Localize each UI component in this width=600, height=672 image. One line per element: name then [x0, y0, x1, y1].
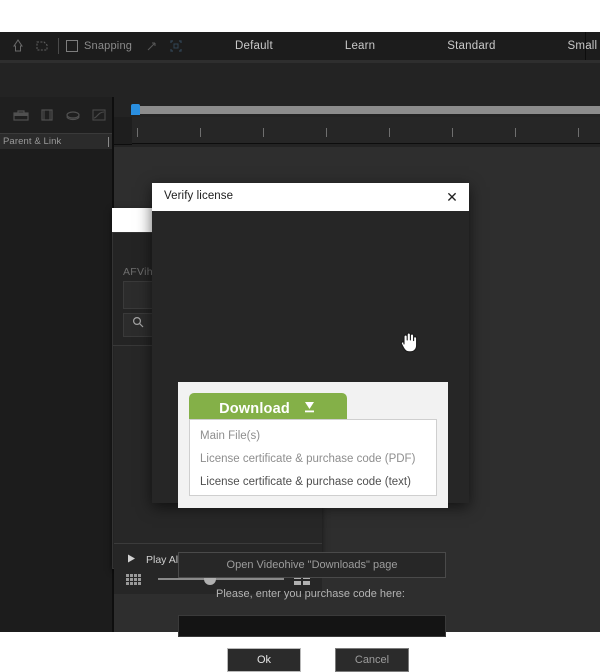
ok-button[interactable]: Ok — [227, 648, 301, 672]
play-all-row[interactable]: Play All — [126, 551, 180, 569]
timeline-header — [114, 97, 600, 147]
download-arrow-icon — [302, 400, 317, 419]
timeline-playhead[interactable] — [131, 104, 140, 115]
left-panel-body — [0, 149, 112, 632]
search-icon — [132, 316, 145, 334]
background-window-brand: AFVih — [123, 266, 153, 278]
snapping-label: Snapping — [84, 40, 133, 52]
selection-tool-icon[interactable] — [6, 33, 30, 59]
left-panel-column: Parent & Link — [0, 97, 112, 632]
top-toolbar: Snapping Default Learn Standard Small Sc… — [0, 32, 600, 60]
slider-track[interactable] — [158, 578, 284, 580]
application-root: Snapping Default Learn Standard Small Sc… — [0, 0, 600, 672]
timeline-work-area-bar[interactable] — [132, 106, 600, 114]
download-card: Download Main File(s) License certificat… — [178, 382, 448, 508]
dialog-title: Verify license — [164, 190, 234, 202]
enter-code-label: Please, enter you purchase code here: — [216, 588, 405, 600]
toolbox-icon[interactable] — [8, 101, 34, 129]
download-dropdown-menu: Main File(s) License certificate & purch… — [189, 419, 437, 496]
graph-editor-icon[interactable] — [86, 101, 112, 129]
timeline-ruler[interactable] — [132, 117, 600, 144]
download-button-label: Download — [219, 401, 290, 417]
menu-item-license-pdf[interactable]: License certificate & purchase code (PDF… — [200, 453, 415, 465]
play-icon[interactable] — [126, 551, 137, 569]
window-chrome-strip — [0, 0, 600, 32]
toolbar-separator — [58, 38, 59, 54]
pen-tool-icon[interactable] — [30, 33, 54, 59]
dialog-titlebar[interactable]: Verify license ✕ — [152, 183, 469, 211]
snapping-checkbox[interactable] — [66, 40, 78, 52]
cancel-button[interactable]: Cancel — [335, 648, 409, 672]
left-panel-icon-row — [0, 97, 112, 133]
region-of-interest-icon[interactable] — [164, 33, 188, 59]
open-downloads-page-button[interactable]: Open Videohive "Downloads" page — [178, 552, 446, 578]
purchase-code-input[interactable] — [178, 615, 446, 637]
workspace-tabs: Default Learn Standard Small Screen — [225, 32, 600, 60]
workspace-tab-small-screen[interactable]: Small Screen — [558, 40, 600, 52]
layers-icon[interactable] — [60, 101, 86, 129]
timeline-left-pad — [114, 117, 132, 145]
anchor-tool-icon[interactable] — [140, 33, 164, 59]
menu-item-license-text[interactable]: License certificate & purchase code (tex… — [200, 476, 411, 488]
parent-and-link-label: Parent & Link — [3, 136, 62, 147]
small-grid-icon[interactable] — [126, 574, 142, 585]
menu-item-main-files[interactable]: Main File(s) — [200, 430, 260, 442]
workspace-tab-default[interactable]: Default — [225, 40, 283, 52]
close-icon[interactable]: ✕ — [441, 187, 463, 207]
workspace-tab-learn[interactable]: Learn — [335, 40, 385, 52]
film-strip-icon[interactable] — [34, 101, 60, 129]
secondary-band — [0, 63, 600, 97]
play-all-label: Play All — [146, 554, 181, 566]
workspace-tab-standard[interactable]: Standard — [437, 40, 505, 52]
parent-link-cursor — [108, 137, 109, 147]
verify-license-dialog: Verify license ✕ Download Main File(s) L… — [152, 183, 469, 672]
